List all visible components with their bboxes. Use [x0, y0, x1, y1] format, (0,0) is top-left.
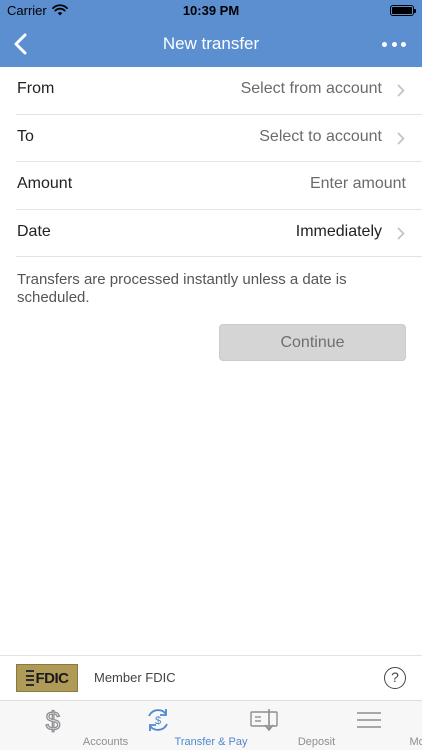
amount-label: Amount	[17, 175, 73, 192]
to-account-row[interactable]: To Select to account	[16, 115, 422, 162]
from-account-value: Select from account	[240, 80, 382, 97]
status-bar: Carrier 10:39 PM	[0, 0, 422, 22]
transfer-icon: $	[148, 709, 169, 731]
chevron-right-icon	[397, 227, 405, 239]
amount-input[interactable]: Enter amount	[310, 175, 406, 193]
date-label: Date	[17, 222, 51, 240]
fdic-logo-text: FDIC	[35, 669, 70, 687]
from-account-row[interactable]: From Select from account	[16, 67, 422, 115]
page-title: New transfer	[162, 34, 260, 53]
tab-accounts[interactable]: $ Accounts	[0, 701, 128, 750]
check-deposit-icon	[250, 709, 278, 732]
transfer-note: Transfers are processed instantly unless…	[17, 271, 347, 306]
fdic-logo: FDIC	[16, 664, 78, 692]
tab-bar: $ Accounts $ Transfer & Pay Deposit More	[0, 700, 422, 750]
to-account-value: Select to account	[259, 127, 382, 145]
svg-text:$: $	[155, 715, 161, 727]
nav-bar: New transfer	[0, 22, 422, 67]
svg-text:$: $	[46, 707, 61, 733]
tab-label: More	[409, 736, 422, 748]
help-icon[interactable]: ?	[384, 667, 406, 689]
transfer-form: From Select from account To Select to ac…	[0, 67, 422, 257]
tab-deposit[interactable]: Deposit	[211, 701, 335, 750]
continue-button[interactable]: Continue	[219, 324, 406, 361]
chevron-right-icon	[397, 132, 405, 144]
date-row[interactable]: Date Immediately	[16, 210, 422, 257]
tab-transfer-pay[interactable]: $ Transfer & Pay	[106, 701, 247, 750]
footer: FDIC Member FDIC ?	[0, 655, 422, 700]
tab-more[interactable]: More	[317, 701, 422, 750]
member-fdic-label: Member FDIC	[94, 670, 176, 685]
from-label: From	[17, 80, 55, 97]
clock: 10:39 PM	[182, 3, 240, 18]
dollar-icon: $	[45, 707, 61, 733]
date-value: Immediately	[295, 222, 382, 240]
menu-icon	[357, 712, 382, 728]
chevron-right-icon	[397, 84, 405, 97]
amount-row[interactable]: Amount Enter amount	[16, 162, 422, 210]
to-label: To	[17, 127, 34, 145]
more-dots-icon[interactable]	[382, 35, 406, 53]
battery-icon	[390, 5, 416, 16]
